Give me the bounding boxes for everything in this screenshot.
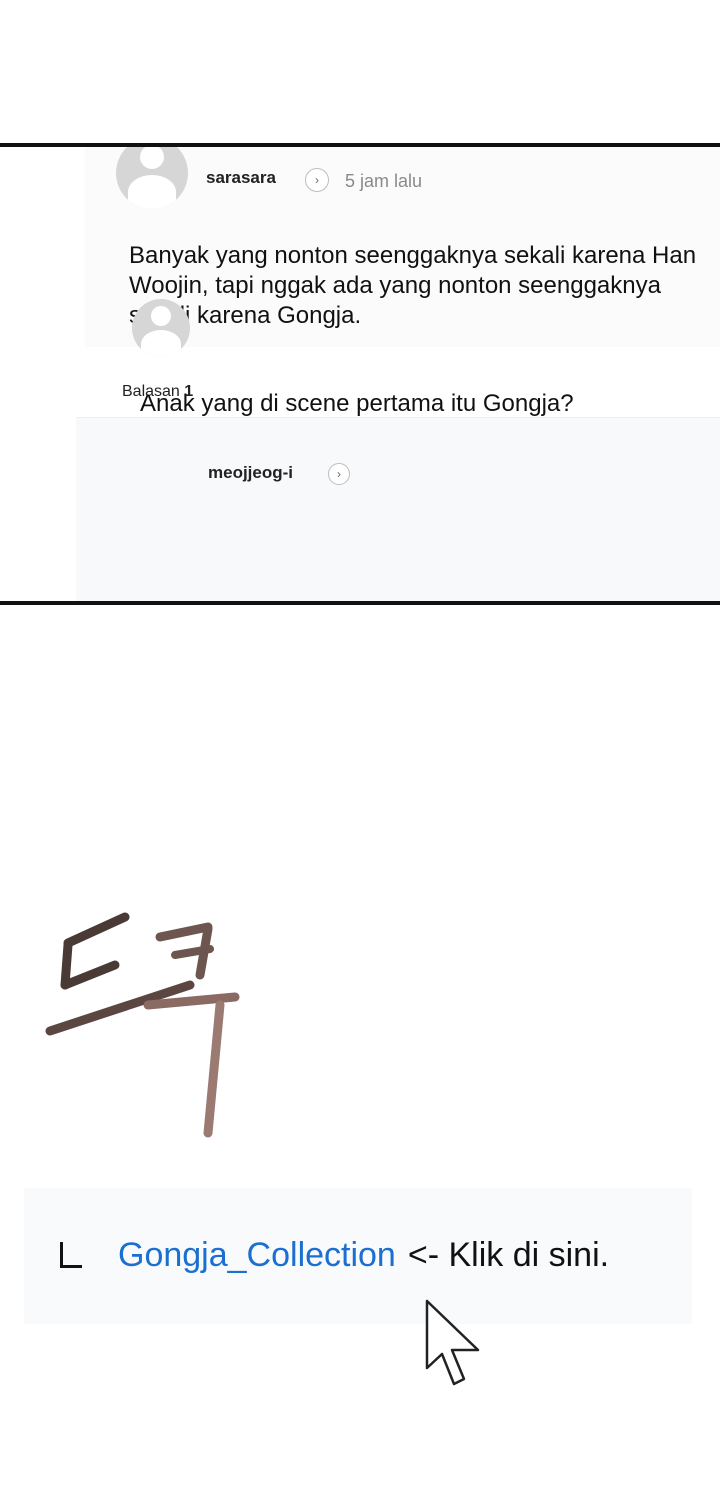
avatar-head-shape [151, 306, 171, 326]
reply-avatar[interactable] [132, 299, 190, 357]
gongja-collection-link[interactable]: Gongja_Collection [118, 1236, 396, 1275]
comment-username[interactable]: sarasara [206, 168, 276, 188]
avatar-head-shape [140, 147, 164, 169]
chevron-right-icon[interactable]: › [328, 463, 350, 485]
korean-sound-effect-drawing [45, 912, 240, 1138]
mouse-pointer-icon [425, 1299, 480, 1386]
chevron-right-icon[interactable]: › [305, 168, 329, 192]
avatar-body-shape [128, 175, 176, 209]
reply-username[interactable]: meojjeog-i [208, 463, 293, 483]
comment-timestamp: 5 jam lalu [345, 171, 423, 191]
corner-arrow-icon [60, 1242, 82, 1268]
comment-text: Banyak yang nonton seenggaknya sekali ka… [129, 242, 697, 329]
reply-text: Anak yang di scene pertama itu Gongja? [140, 390, 574, 417]
reply-background [76, 417, 720, 601]
avatar-body-shape [141, 330, 181, 357]
collection-link-row: Gongja_Collection <- Klik di sini. [60, 1236, 609, 1275]
comment-panel: sarasara › 5 jam lalu Banyak yang nonton… [0, 143, 720, 605]
link-instruction: <- Klik di sini. [407, 1236, 610, 1274]
